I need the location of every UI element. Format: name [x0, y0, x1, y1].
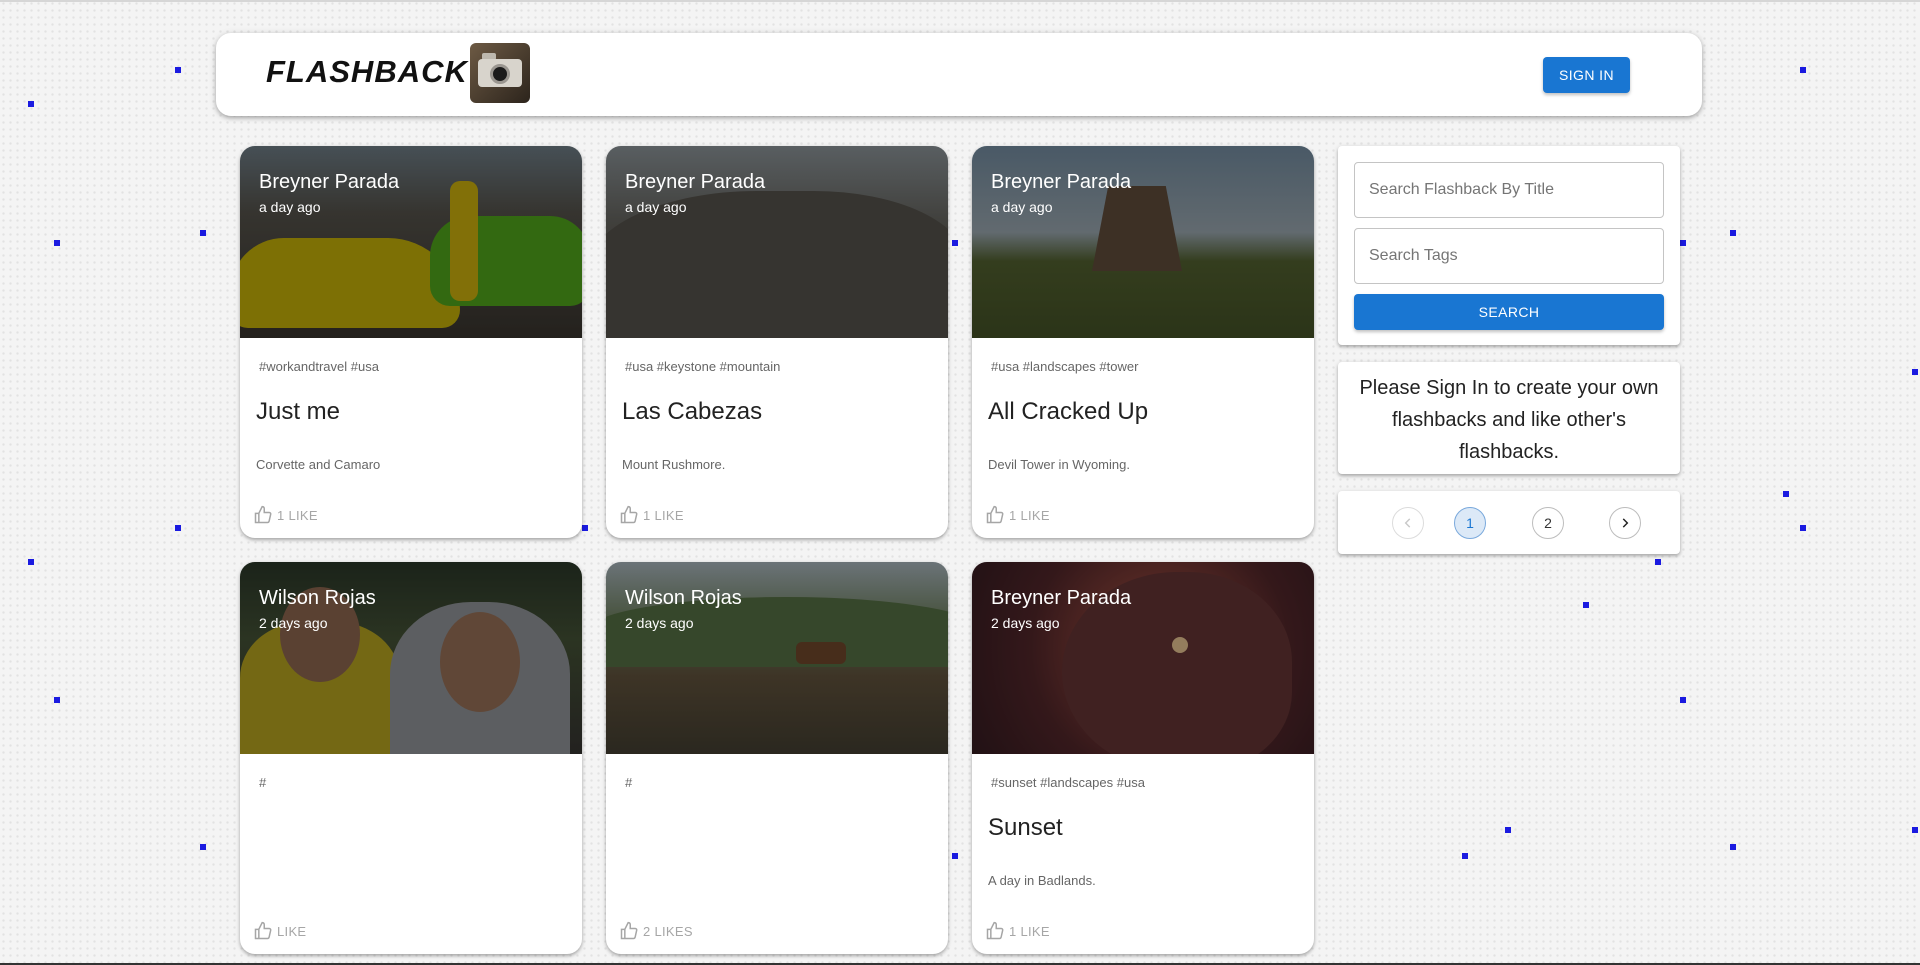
pagination: 1 2: [1338, 491, 1680, 554]
post-author: Breyner Parada: [991, 587, 1132, 609]
page-2-button[interactable]: 2: [1532, 507, 1564, 539]
chevron-right-icon: [1622, 518, 1629, 528]
post-tags: #sunset #landscapes #usa: [991, 775, 1145, 790]
chevron-left-icon: [1404, 518, 1411, 528]
post-card[interactable]: Breyner Parada a day ago #workandtravel …: [240, 146, 582, 538]
post-tags: #: [625, 775, 633, 790]
like-count: 2 LIKES: [643, 923, 693, 939]
post-tags: #usa #landscapes #tower: [991, 359, 1139, 374]
post-time: a day ago: [625, 199, 687, 215]
post-message: Devil Tower in Wyoming.: [988, 457, 1130, 472]
like-button[interactable]: 1 LIKE: [985, 505, 1050, 525]
post-author: Breyner Parada: [991, 171, 1132, 193]
thumb-up-icon: [620, 505, 638, 524]
post-time: 2 days ago: [259, 615, 328, 631]
thumb-up-icon: [986, 921, 1004, 940]
like-count: LIKE: [277, 923, 307, 939]
post-tags: #: [259, 775, 267, 790]
like-button[interactable]: LIKE: [253, 921, 306, 941]
post-card[interactable]: Wilson Rojas 2 days ago # 2 LIKES: [606, 562, 948, 954]
post-image: Breyner Parada a day ago: [972, 146, 1314, 338]
post-image: Wilson Rojas 2 days ago: [606, 562, 948, 754]
brand-title: FLASHBACK: [266, 54, 468, 89]
sign-in-button[interactable]: SIGN IN: [1543, 57, 1630, 93]
search-panel: SEARCH: [1338, 146, 1680, 345]
post-author: Breyner Parada: [259, 171, 400, 193]
thumb-up-icon: [986, 505, 1004, 524]
sign-in-notice: Please Sign In to create your own flashb…: [1338, 362, 1680, 474]
app-bar: FLASHBACK SIGN IN: [216, 33, 1702, 116]
like-button[interactable]: 1 LIKE: [619, 505, 684, 525]
like-count: 1 LIKE: [1009, 507, 1050, 523]
post-time: a day ago: [991, 199, 1053, 215]
like-button[interactable]: 1 LIKE: [253, 505, 318, 525]
page-1-button[interactable]: 1: [1454, 507, 1486, 539]
thumb-up-icon: [254, 921, 272, 940]
post-tags: #workandtravel #usa: [259, 359, 379, 374]
post-title: All Cracked Up: [988, 398, 1149, 425]
post-title: Just me: [256, 398, 341, 425]
post-title: Sunset: [988, 814, 1063, 841]
post-image: Breyner Parada 2 days ago: [972, 562, 1314, 754]
next-page-button[interactable]: [1609, 507, 1641, 539]
like-button[interactable]: 1 LIKE: [985, 921, 1050, 941]
post-message: Corvette and Camaro: [256, 457, 381, 472]
post-time: a day ago: [259, 199, 321, 215]
post-tags: #usa #keystone #mountain: [625, 359, 781, 374]
post-author: Wilson Rojas: [625, 587, 742, 609]
search-tags-input[interactable]: [1354, 228, 1664, 284]
post-card[interactable]: Wilson Rojas 2 days ago # LIKE: [240, 562, 582, 954]
like-count: 1 LIKE: [277, 507, 318, 523]
prev-page-button[interactable]: [1392, 507, 1424, 539]
thumb-up-icon: [620, 921, 638, 940]
like-count: 1 LIKE: [643, 507, 684, 523]
post-card[interactable]: Breyner Parada 2 days ago #sunset #lands…: [972, 562, 1314, 954]
post-image: Wilson Rojas 2 days ago: [240, 562, 582, 754]
post-title: Las Cabezas: [622, 398, 763, 425]
thumb-up-icon: [254, 505, 272, 524]
post-card[interactable]: Breyner Parada a day ago #usa #landscape…: [972, 146, 1314, 538]
search-title-input[interactable]: [1354, 162, 1664, 218]
post-author: Breyner Parada: [625, 171, 766, 193]
post-time: 2 days ago: [991, 615, 1060, 631]
post-author: Wilson Rojas: [259, 587, 376, 609]
post-card[interactable]: Breyner Parada a day ago #usa #keystone …: [606, 146, 948, 538]
search-button[interactable]: SEARCH: [1354, 294, 1664, 330]
post-time: 2 days ago: [625, 615, 694, 631]
camera-logo-icon: [470, 43, 530, 103]
like-button[interactable]: 2 LIKES: [619, 921, 693, 941]
post-image: Breyner Parada a day ago: [240, 146, 582, 338]
post-image: Breyner Parada a day ago: [606, 146, 948, 338]
post-message: Mount Rushmore.: [622, 457, 726, 472]
like-count: 1 LIKE: [1009, 923, 1050, 939]
top-border: [0, 0, 1920, 2]
post-message: A day in Badlands.: [988, 873, 1096, 888]
